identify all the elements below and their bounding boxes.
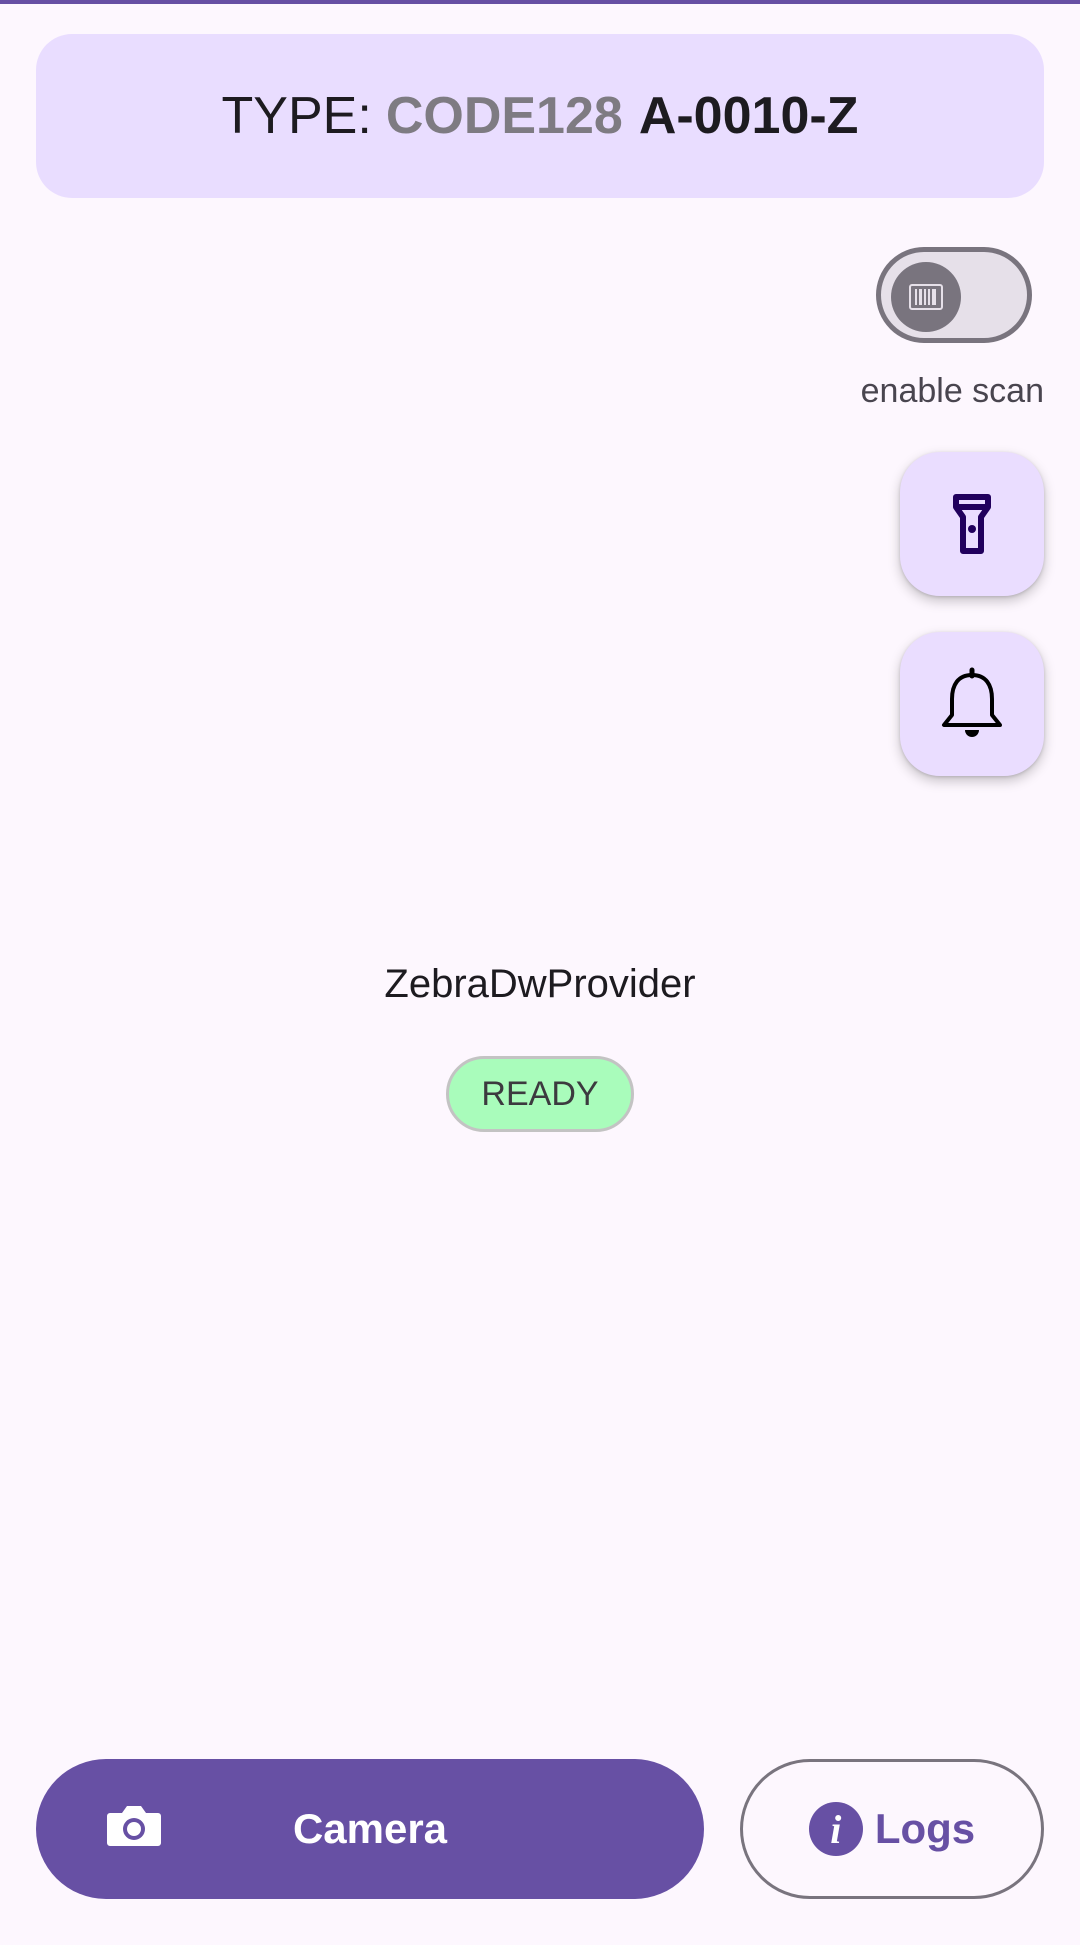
top-divider <box>0 0 1080 4</box>
status-badge: READY <box>446 1056 634 1132</box>
barcode-type-value: CODE128 <box>385 87 623 145</box>
info-icon: i <box>808 1802 863 1856</box>
bell-icon <box>942 667 1002 737</box>
switch-thumb <box>891 262 961 332</box>
enable-scan-switch[interactable] <box>876 247 1032 343</box>
barcode-icon <box>909 284 943 310</box>
enable-scan-label: enable scan <box>860 372 1044 410</box>
provider-name: ZebraDwProvider <box>384 962 696 1006</box>
scan-result-card: TYPE: CODE128 A-0010-Z <box>36 34 1044 198</box>
logs-button[interactable]: i Logs <box>740 1759 1044 1899</box>
type-label: TYPE: <box>221 87 372 145</box>
barcode-code-value: A-0010-Z <box>638 87 859 145</box>
flashlight-icon <box>953 494 991 554</box>
camera-button[interactable]: Camera <box>36 1759 704 1899</box>
beep-button[interactable] <box>900 632 1044 776</box>
logs-button-label: Logs <box>874 1805 976 1852</box>
flashlight-button[interactable] <box>900 452 1044 596</box>
camera-button-label: Camera <box>292 1805 448 1852</box>
